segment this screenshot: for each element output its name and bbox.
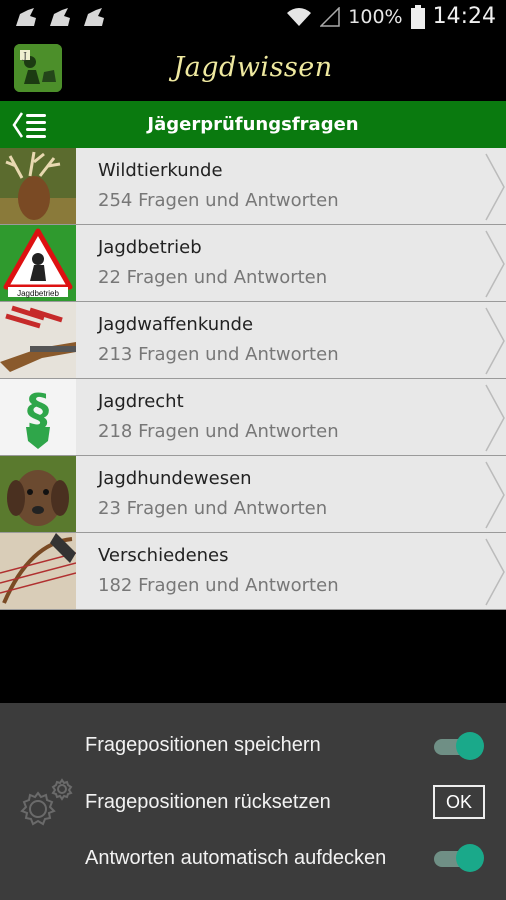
category-item-jagdrecht[interactable]: § Jagdrecht 218 Fragen und Antworten (0, 379, 506, 456)
app-title: Jagdwissen (173, 52, 333, 83)
category-count: 218 Fragen und Antworten (98, 421, 339, 442)
chevron-right-icon (485, 461, 505, 529)
save-positions-toggle[interactable] (434, 731, 484, 761)
settings-panel: Fragepositionen speichern Fragepositione… (0, 703, 506, 900)
section-title: Jägerprüfungsfragen (147, 114, 359, 135)
auto-reveal-toggle[interactable] (434, 843, 484, 873)
category-title: Jagdwaffenkunde (98, 314, 254, 335)
rifle-cartridges-icon (0, 302, 76, 378)
section-header: Jägerprüfungsfragen (0, 101, 506, 148)
bow-arrows-icon (0, 533, 76, 609)
category-title: Wildtierkunde (98, 160, 223, 181)
reset-positions-label: Fragepositionen rücksetzen (85, 791, 331, 813)
category-count: 22 Fragen und Antworten (98, 267, 328, 288)
save-positions-label: Fragepositionen speichern (85, 734, 321, 756)
category-title: Jagdbetrieb (98, 237, 202, 258)
sign-text: Jagdbetrieb (17, 289, 59, 298)
category-item-wildtierkunde[interactable]: Wildtierkunde 254 Fragen und Antworten (0, 148, 506, 225)
clock: 14:24 (432, 4, 496, 29)
hunting-dog-icon (0, 456, 76, 532)
notification-icon (50, 8, 70, 26)
auto-reveal-label: Antworten automatisch aufdecken (85, 847, 387, 869)
notification-icon (84, 8, 104, 26)
status-bar: 100% 14:24 (0, 0, 506, 36)
chevron-right-icon (485, 384, 505, 452)
chevron-right-icon (485, 230, 505, 298)
category-count: 254 Fragen und Antworten (98, 190, 339, 211)
category-title: Jagdrecht (98, 391, 184, 412)
chevron-right-icon (485, 538, 505, 606)
category-count: 213 Fragen und Antworten (98, 344, 339, 365)
category-title: Jagdhundewesen (98, 468, 252, 489)
category-count: 182 Fragen und Antworten (98, 575, 339, 596)
category-title: Verschiedenes (98, 545, 229, 566)
notification-icons (14, 6, 106, 28)
battery-percent: 100% (348, 5, 403, 28)
battery-icon (410, 4, 425, 29)
signal-icon (320, 6, 341, 27)
category-item-jagdwaffenkunde[interactable]: Jagdwaffenkunde 213 Fragen und Antworten (0, 302, 506, 379)
category-count: 23 Fragen und Antworten (98, 498, 328, 519)
category-list: Wildtierkunde 254 Fragen und Antworten J… (0, 148, 506, 610)
deer-icon (0, 148, 76, 224)
category-item-jagdhundewesen[interactable]: Jagdhundewesen 23 Fragen und Antworten (0, 456, 506, 533)
category-item-jagdbetrieb[interactable]: Jagdbetrieb Jagdbetrieb 22 Fragen und An… (0, 225, 506, 302)
app-bar: J Jagdwissen (0, 36, 506, 101)
chevron-right-icon (485, 307, 505, 375)
wifi-icon (287, 7, 312, 26)
paragraph-shield-icon: § (0, 379, 76, 455)
notification-icon (16, 8, 36, 26)
settings-gear-icon (20, 778, 73, 826)
reset-ok-button[interactable]: OK (433, 785, 485, 819)
chevron-right-icon (485, 153, 505, 221)
category-item-verschiedenes[interactable]: Verschiedenes 182 Fragen und Antworten (0, 533, 506, 610)
hunter-warning-sign-icon: Jagdbetrieb (0, 225, 76, 301)
